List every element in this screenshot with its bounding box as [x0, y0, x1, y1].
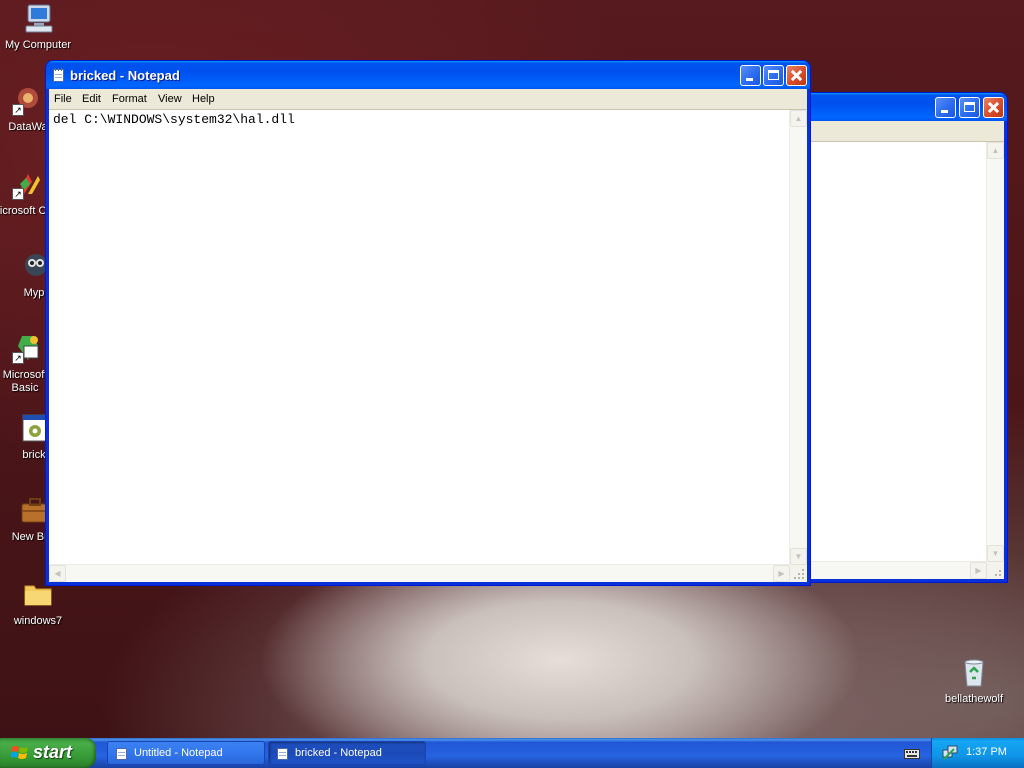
- datawa-app-icon: ↗: [12, 84, 44, 116]
- shortcut-arrow-icon: ↗: [12, 104, 24, 116]
- document-text[interactable]: del C:\WINDOWS\system32\hal.dll: [53, 112, 295, 127]
- desktop-icon-my-computer[interactable]: My Computer: [0, 2, 76, 52]
- close-icon: [984, 98, 1003, 117]
- scroll-right-button[interactable]: ▶: [970, 562, 987, 579]
- network-icon[interactable]: [942, 745, 958, 761]
- minimize-icon: [746, 78, 753, 81]
- menu-edit[interactable]: Edit: [82, 93, 101, 105]
- vertical-scrollbar[interactable]: ▲ ▼: [986, 142, 1004, 562]
- notepad-icon: [116, 747, 127, 760]
- scroll-down-button[interactable]: ▼: [790, 548, 807, 565]
- menu-help[interactable]: Help: [192, 93, 215, 105]
- close-icon: [787, 66, 806, 85]
- scroll-up-button[interactable]: ▲: [987, 142, 1004, 159]
- shortcut-arrow-icon: ↗: [12, 188, 24, 200]
- vertical-scrollbar[interactable]: ▲ ▼: [789, 110, 807, 565]
- keyboard-language-icon[interactable]: [904, 747, 920, 759]
- window-title: bricked - Notepad: [70, 68, 180, 83]
- desktop-icon-label: bellathewolf: [944, 693, 1004, 705]
- shortcut-arrow-icon: ↗: [12, 352, 24, 364]
- visual-basic-icon: ↗: [12, 332, 44, 364]
- minimize-button[interactable]: [740, 65, 761, 86]
- resize-grip[interactable]: [987, 562, 1004, 579]
- taskbar: start Untitled - Notepad bricked - Notep…: [0, 738, 1024, 768]
- text-area[interactable]: del C:\WINDOWS\system32\hal.dll ▲ ▼ ◀ ▶: [49, 110, 807, 582]
- recycle-bin-icon: [958, 656, 990, 688]
- notepad-icon: [53, 68, 65, 82]
- horizontal-scrollbar[interactable]: ◀ ▶: [49, 564, 790, 582]
- close-button[interactable]: [983, 97, 1004, 118]
- desktop-icon-label: windows7: [13, 615, 63, 627]
- desktop: My Computer ↗ DataWa ↗ Microsoft C++ Myp…: [0, 0, 1024, 768]
- notepad-icon: [277, 747, 288, 760]
- scroll-left-button[interactable]: ◀: [49, 565, 66, 582]
- title-bar[interactable]: bricked - Notepad: [46, 61, 810, 89]
- system-tray: 1:37 PM: [931, 738, 1024, 768]
- maximize-button[interactable]: [763, 65, 784, 86]
- desktop-icon-label: My Computer: [4, 39, 72, 51]
- windows-logo-icon: [10, 745, 29, 761]
- visual-cpp-icon: ↗: [12, 168, 44, 200]
- menu-format[interactable]: Format: [112, 93, 147, 105]
- start-label: start: [33, 742, 73, 762]
- scroll-up-button[interactable]: ▲: [790, 110, 807, 127]
- taskbar-button-untitled-notepad[interactable]: Untitled - Notepad: [107, 741, 265, 765]
- start-button[interactable]: start: [0, 738, 96, 768]
- computer-icon: [22, 2, 54, 34]
- menu-bar: File Edit Format View Help: [49, 89, 807, 110]
- scroll-right-button[interactable]: ▶: [773, 565, 790, 582]
- taskbar-button-label: Untitled - Notepad: [134, 747, 223, 759]
- minimize-button[interactable]: [935, 97, 956, 118]
- desktop-icon-recycle-bin[interactable]: bellathewolf: [936, 656, 1012, 706]
- menu-file[interactable]: File: [54, 93, 72, 105]
- maximize-icon: [768, 70, 779, 80]
- notepad-window[interactable]: bricked - Notepad File Edit Format View …: [45, 60, 811, 586]
- scroll-down-button[interactable]: ▼: [987, 545, 1004, 562]
- maximize-button[interactable]: [959, 97, 980, 118]
- resize-grip[interactable]: [790, 565, 807, 582]
- close-button[interactable]: [786, 65, 807, 86]
- menu-view[interactable]: View: [158, 93, 182, 105]
- minimize-icon: [941, 110, 948, 113]
- taskbar-button-label: bricked - Notepad: [295, 747, 382, 759]
- clock[interactable]: 1:37 PM: [966, 746, 1007, 758]
- taskbar-button-bricked-notepad[interactable]: bricked - Notepad: [268, 741, 426, 765]
- maximize-icon: [964, 102, 975, 112]
